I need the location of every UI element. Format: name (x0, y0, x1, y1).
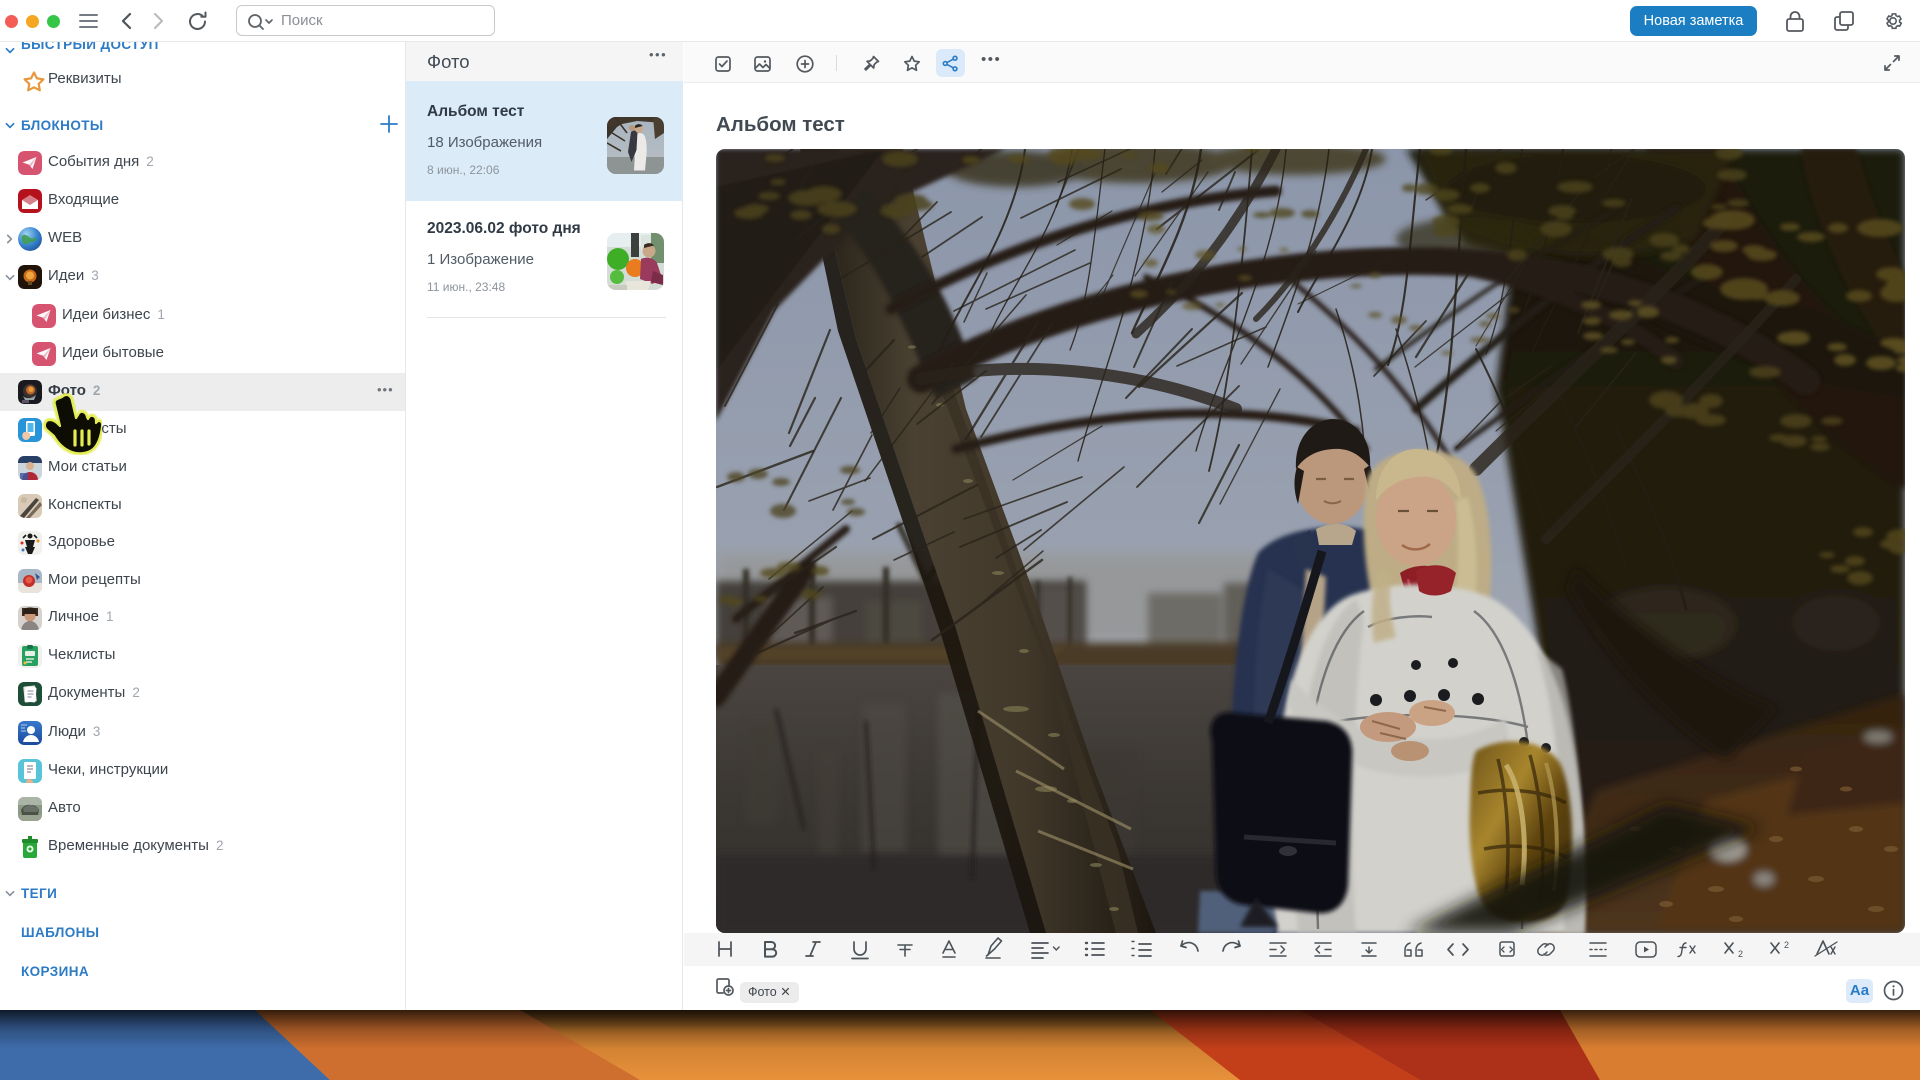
svg-text:2: 2 (1784, 940, 1789, 950)
svg-text:2: 2 (1738, 949, 1743, 959)
